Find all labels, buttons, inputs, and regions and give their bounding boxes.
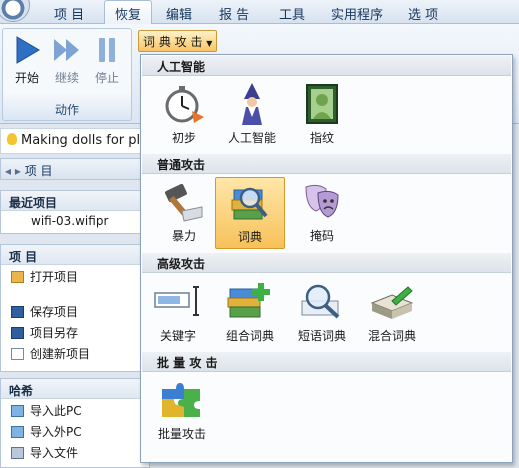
menu-item-edit[interactable]: 编辑 (166, 4, 192, 23)
wizard-icon (242, 83, 262, 125)
dictionary-search-icon (231, 187, 268, 220)
attack-mask-tile[interactable]: 掩码 (287, 177, 357, 249)
attack-batch-label: 批量攻击 (157, 427, 206, 441)
recent-project-item[interactable]: wifi-03.wifipr (1, 211, 149, 232)
project-section: 项 目 打开项目 保存项目 项目另存 创建新项目 (0, 244, 150, 372)
create-project-label: 创建新项目 (30, 347, 91, 361)
attack-brute-force-label: 暴力 (171, 229, 196, 243)
attack-ai-label: 人工智能 (227, 131, 276, 145)
recent-projects-section: 最近项目 wifi-03.wifipr (0, 190, 150, 234)
save-disk-icon (11, 306, 24, 318)
nav-header-title: 项 目 (24, 164, 53, 178)
stacked-books-plus-icon (227, 283, 270, 318)
menu-bar: 项 目 恢复 编辑 报 告 工具 实用程序 选 项 (0, 0, 519, 25)
phrase-search-icon (301, 284, 340, 319)
new-document-icon (11, 348, 24, 360)
category-common-title: 普通攻击 (142, 154, 511, 174)
keyword-field-icon (154, 286, 199, 316)
attack-brute-force-tile[interactable]: 暴力 (149, 177, 219, 249)
import-file-item[interactable]: 导入文件 (1, 441, 149, 462)
open-project-item[interactable]: 打开项目 (1, 265, 149, 286)
category-advanced-title: 高级攻击 (142, 253, 511, 273)
puzzle-icon (162, 383, 200, 417)
computer-icon (11, 405, 24, 417)
attack-preliminary-tile[interactable]: 初步 (149, 79, 219, 151)
menu-item-options[interactable]: 选 项 (408, 4, 438, 23)
import-local-pc-item[interactable]: 导入此PC (1, 399, 149, 420)
hash-section-title: 哈希 (1, 379, 149, 399)
hammer-icon (165, 183, 203, 222)
save-project-as-label: 项目另存 (30, 326, 79, 340)
continue-button[interactable]: 继续 (47, 33, 87, 91)
menu-item-utilities[interactable]: 实用程序 (331, 4, 383, 23)
create-project-item[interactable]: 创建新项目 (1, 342, 149, 363)
fingerprint-portrait-icon (306, 84, 338, 124)
category-batch-title: 批 量 攻 击 (142, 352, 511, 372)
dictionary-attack-dropdown-button[interactable]: 词 典 攻 击 ▼ (138, 30, 218, 52)
attack-dropdown-menu: 人工智能 初步 人工智能 指纹 普通攻击 暴力 词典 掩码 高级攻击 关键字 组… (140, 54, 513, 463)
back-arrow-icon[interactable]: ◂ (5, 164, 11, 178)
attack-keyword-tile[interactable]: 关键字 (143, 277, 213, 349)
attack-mask-label: 掩码 (309, 229, 334, 243)
attack-ai-tile[interactable]: 人工智能 (217, 79, 287, 151)
play-icon (7, 33, 47, 67)
start-button[interactable]: 开始 (7, 33, 47, 91)
attack-dictionary-label: 词典 (237, 230, 262, 244)
menu-item-report[interactable]: 报 告 (219, 4, 249, 23)
open-folder-icon (11, 271, 24, 283)
chevron-down-icon: ▼ (206, 39, 213, 48)
import-file-label: 导入文件 (30, 446, 79, 460)
action-group: 开始 继续 停止 动作 (2, 28, 132, 121)
attack-phrase-dictionary-label: 短语词典 (297, 329, 346, 343)
recent-projects-title: 最近项目 (1, 191, 149, 211)
start-label: 开始 (14, 71, 39, 85)
attack-batch-tile[interactable]: 批量攻击 (147, 375, 217, 447)
menu-item-recover[interactable]: 恢复 (104, 0, 153, 25)
project-section-title: 项 目 (1, 245, 149, 265)
attack-fingerprint-tile[interactable]: 指纹 (287, 79, 357, 151)
category-ai-title: 人工智能 (142, 56, 511, 76)
attack-fingerprint-label: 指纹 (309, 131, 334, 145)
attack-hybrid-dictionary-tile[interactable]: 混合词典 (357, 277, 427, 349)
attack-combo-dictionary-label: 组合词典 (225, 329, 274, 343)
hybrid-book-icon (370, 286, 414, 319)
dictionary-attack-label: 词 典 攻 击 (143, 35, 203, 49)
fast-forward-icon (47, 33, 87, 67)
pause-icon (87, 33, 127, 67)
save-project-item[interactable]: 保存项目 (1, 300, 149, 321)
import-remote-pc-label: 导入外PC (30, 425, 82, 439)
notification-bar: Making dolls for plea (0, 128, 150, 154)
file-icon (11, 447, 24, 459)
nav-header: ◂ ▸ 项 目 (0, 158, 150, 180)
continue-label: 继续 (54, 71, 79, 85)
forward-arrow-icon[interactable]: ▸ (15, 164, 21, 178)
attack-phrase-dictionary-tile[interactable]: 短语词典 (287, 277, 357, 349)
notification-text: Making dolls for plea (21, 133, 150, 148)
menu-item-tools[interactable]: 工具 (279, 4, 305, 23)
save-project-as-item[interactable]: 项目另存 (1, 321, 149, 342)
app-orb-button[interactable] (0, 0, 30, 22)
group-label-action: 动作 (54, 103, 79, 117)
menu-item-project[interactable]: 项 目 (54, 4, 84, 23)
attack-keyword-label: 关键字 (159, 329, 196, 343)
attack-combo-dictionary-tile[interactable]: 组合词典 (215, 277, 285, 349)
save-project-label: 保存项目 (30, 305, 79, 319)
hash-section: 哈希 导入此PC 导入外PC 导入文件 (0, 378, 150, 468)
lightbulb-icon (7, 133, 17, 145)
save-as-disk-icon (11, 327, 24, 339)
theater-masks-icon (305, 184, 339, 218)
import-local-pc-label: 导入此PC (30, 404, 82, 418)
import-remote-pc-item[interactable]: 导入外PC (1, 420, 149, 441)
attack-preliminary-label: 初步 (171, 131, 196, 145)
network-computer-icon (11, 426, 24, 438)
open-project-label: 打开项目 (30, 270, 79, 284)
attack-dictionary-tile[interactable]: 词典 (215, 177, 285, 249)
stopwatch-icon (165, 86, 204, 123)
stop-button[interactable]: 停止 (87, 33, 127, 91)
attack-hybrid-dictionary-label: 混合词典 (367, 329, 416, 343)
stop-label: 停止 (94, 71, 119, 85)
